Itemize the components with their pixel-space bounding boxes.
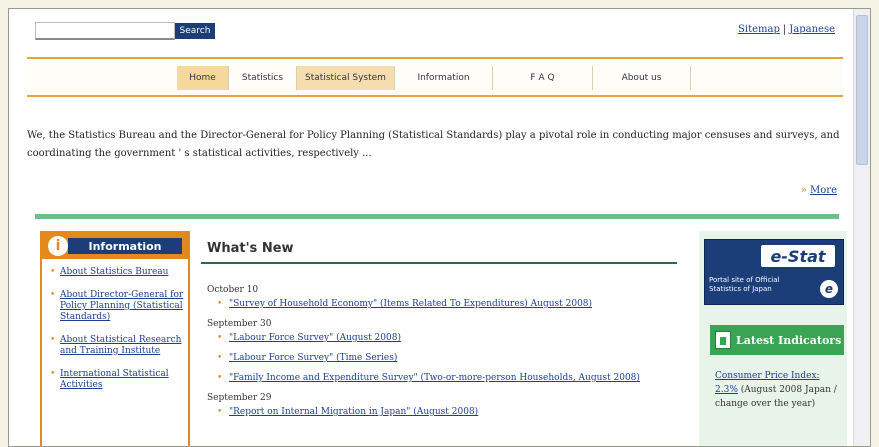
more-link[interactable]: More [810, 185, 837, 196]
more-link-wrap: » More [801, 185, 837, 196]
info-link-international[interactable]: International Statistical Activities [48, 369, 184, 391]
information-header: i Information [40, 231, 190, 259]
main-navigation: Home Statistics Statistical System Infor… [27, 57, 843, 97]
vertical-scrollbar[interactable] [853, 9, 870, 446]
browser-e-icon: e [820, 280, 838, 298]
news-date: October 10 [207, 285, 259, 295]
nav-tabs: Home Statistics Statistical System Infor… [177, 66, 691, 90]
estat-subtitle: Portal site of Official Statistics of Ja… [709, 276, 780, 293]
scrollbar-thumb[interactable] [856, 15, 868, 165]
information-title: Information [68, 238, 182, 254]
whats-new-rule [201, 262, 677, 264]
tab-about-us[interactable]: About us [593, 66, 691, 90]
cpi-indicator: Consumer Price Index: 2.3% (August 2008 … [715, 369, 840, 411]
more-arrow-icon: » [800, 185, 807, 196]
intro-text: We, the Statistics Bureau and the Direct… [27, 130, 840, 159]
cpi-link[interactable]: Consumer Price Index: [715, 371, 820, 381]
information-panel: i Information About Statistics Bureau Ab… [40, 231, 190, 446]
browser-viewport: Search Sitemap | Japanese Home Statistics … [8, 8, 871, 447]
right-sidebar: e-Stat Portal site of Official Statistic… [699, 231, 847, 446]
info-link-statistics-bureau[interactable]: About Statistics Bureau [48, 267, 184, 278]
cpi-value[interactable]: 2.3% [715, 385, 738, 395]
tab-statistics[interactable]: Statistics [229, 66, 297, 90]
link-separator: | [782, 24, 787, 35]
info-link-director-general[interactable]: About Director-General for Policy Planni… [48, 290, 184, 323]
news-item[interactable]: "Labour Force Survey" (August 2008) [207, 331, 677, 345]
info-icon: i [48, 236, 68, 256]
info-link-research-institute[interactable]: About Statistical Research and Training … [48, 335, 184, 357]
news-date: September 29 [207, 393, 272, 403]
whats-new-section: What's New October 10 "Survey of Househo… [201, 241, 691, 419]
search-input[interactable] [35, 22, 175, 40]
tab-home[interactable]: Home [177, 66, 229, 90]
news-item[interactable]: "Report on Internal Migration in Japan" … [207, 405, 677, 419]
sitemap-link[interactable]: Sitemap [738, 24, 780, 35]
tab-information[interactable]: Information [395, 66, 493, 90]
section-divider [35, 214, 839, 219]
estat-logo: e-Stat [761, 245, 835, 267]
latest-indicators-header: Latest Indicators [710, 325, 844, 355]
search-button[interactable]: Search [175, 23, 215, 39]
news-item[interactable]: "Labour Force Survey" (Time Series) [207, 351, 677, 365]
news-item[interactable]: "Family Income and Expenditure Survey" (… [207, 371, 677, 385]
tab-statistical-system[interactable]: Statistical System [297, 66, 395, 90]
utility-links: Sitemap | Japanese [738, 24, 835, 35]
whats-new-title: What's New [207, 241, 294, 256]
whats-new-list: October 10 "Survey of Household Economy"… [207, 283, 677, 425]
tab-faq[interactable]: F A Q [493, 66, 593, 90]
bar-chart-icon [715, 331, 731, 349]
japanese-link[interactable]: Japanese [789, 24, 835, 35]
page-content: Search Sitemap | Japanese Home Statistics … [9, 9, 853, 446]
news-date: September 30 [207, 319, 272, 329]
latest-indicators-title: Latest Indicators [736, 333, 842, 347]
news-item[interactable]: "Survey of Household Economy" (Items Rel… [207, 297, 677, 311]
estat-banner[interactable]: e-Stat Portal site of Official Statistic… [704, 239, 844, 305]
information-list: About Statistics Bureau About Director-G… [48, 267, 184, 403]
